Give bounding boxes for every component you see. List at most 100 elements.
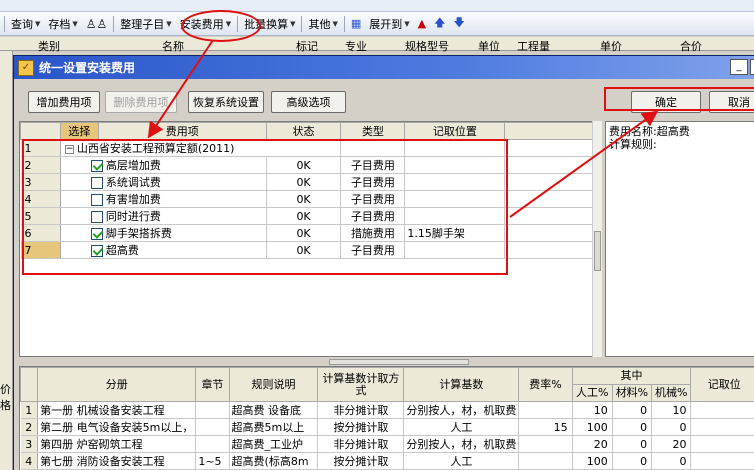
method-cell[interactable]: 按分摊计取 (317, 452, 405, 470)
pos-cell[interactable] (690, 452, 754, 470)
header-filler (504, 122, 600, 140)
splitter-grip[interactable] (329, 359, 469, 365)
chapter-cell (195, 435, 230, 453)
dialog-titlebar[interactable]: ✓ 统一设置安装费用 _ × (14, 56, 754, 79)
add-fee-item-button[interactable]: 增加费用项 (28, 91, 100, 113)
rule-cell: 超高费(标高8m (229, 452, 319, 470)
header-rownum (20, 122, 61, 140)
fill-color-icon[interactable]: ▲ (414, 14, 430, 34)
move-up-icon[interactable]: 🡅 (430, 14, 449, 34)
header-pos[interactable]: 记取位 (690, 367, 754, 402)
empty-cell (504, 224, 600, 242)
material-cell[interactable]: 0 (612, 418, 653, 436)
toolbar-organize-label: 整理子目 (120, 17, 165, 31)
header-machine[interactable]: 机械% (651, 384, 692, 402)
labor-cell[interactable]: 100 (572, 452, 613, 470)
machine-cell[interactable]: 20 (651, 435, 692, 453)
main-toolbar: 查询 ▼ 存档 ▼ ♙♙ 整理子目 ▼ 安装费用 ▼ 批量换算 ▼ 其他 ▼ ▦ 展开到 ▼ … (0, 12, 754, 36)
header-chapter[interactable]: 章节 (195, 367, 230, 402)
method-cell[interactable]: 按分摊计取 (317, 418, 405, 436)
header-volume[interactable]: 分册 (37, 367, 197, 402)
machine-cell[interactable]: 0 (651, 418, 692, 436)
table-row[interactable]: 3 第四册 炉窑砌筑工程 超高费_工业炉 非分摊计取 分别按人，材，机取费 20… (20, 435, 754, 453)
header-select[interactable]: 选择 (59, 122, 99, 140)
toolbar-separator (301, 15, 303, 32)
expand-icon[interactable]: ▦ (347, 14, 365, 34)
toolbar-archive[interactable]: 存档 ▼ (44, 14, 81, 34)
method-cell[interactable]: 非分摊计取 (317, 435, 405, 453)
advanced-options-button[interactable]: 高级选项 (271, 91, 346, 113)
annotation-ellipse (181, 10, 261, 42)
toolbar-query[interactable]: 查询 ▼ (7, 14, 44, 34)
header-group: 其中 (571, 367, 692, 385)
annotation-box-grid (22, 139, 508, 275)
header-fee-item[interactable]: 费用项 (97, 122, 267, 140)
toolbar-other[interactable]: 其他 ▼ (304, 14, 341, 34)
app-icon: ✓ (18, 59, 34, 76)
rule-cell: 超高费5m以上 (229, 418, 319, 436)
labor-cell[interactable]: 20 (572, 435, 613, 453)
header-base[interactable]: 计算基数 (403, 367, 520, 402)
toolbar-archive-label: 存档 (48, 17, 71, 31)
minimize-button[interactable]: _ (730, 59, 748, 75)
toolbar-expand-to[interactable]: 展开到 ▼ (365, 14, 413, 34)
toolbar-separator (113, 15, 115, 32)
material-cell[interactable]: 0 (612, 401, 653, 419)
panel-splitter[interactable] (19, 359, 754, 365)
header-position[interactable]: 记取位置 (404, 122, 506, 140)
pos-cell[interactable] (690, 418, 754, 436)
header-rate[interactable]: 费率% (518, 367, 573, 402)
scrollbar-thumb[interactable] (594, 231, 601, 271)
toolbar-organize[interactable]: 整理子目 ▼ (116, 14, 175, 34)
restore-defaults-button[interactable]: 恢复系统设置 (188, 91, 264, 113)
labor-cell[interactable]: 10 (572, 401, 613, 419)
table-row[interactable]: 2 第二册 电气设备安装5m以上， 超高费5m以上 按分摊计取 人工 15 10… (20, 418, 754, 436)
table-row[interactable]: 1 第一册 机械设备安装工程 超高费 设备底 非分摊计取 分别按人，材，机取费 … (20, 401, 754, 419)
rate-cell[interactable] (518, 452, 573, 470)
upper-scrollbar[interactable] (592, 121, 602, 357)
chevron-down-icon: ▼ (332, 19, 338, 28)
machine-cell[interactable]: 10 (651, 401, 692, 419)
rate-cell[interactable] (518, 435, 573, 453)
header-status[interactable]: 状态 (265, 122, 342, 140)
base-cell: 分别按人，材，机取费 (403, 435, 520, 453)
header-labor[interactable]: 人工% (571, 384, 613, 402)
chapter-cell (195, 401, 230, 419)
fee-name-line: 费用名称:超高费 (609, 125, 690, 138)
toolbar-other-label: 其他 (308, 17, 331, 31)
table-row[interactable]: 4 第七册 消防设备安装工程 1~5 超高费(标高8m 按分摊计取 人工 100… (20, 452, 754, 470)
header-material[interactable]: 材料% (611, 384, 653, 402)
labor-cell[interactable]: 100 (572, 418, 613, 436)
empty-cell (504, 139, 600, 157)
binoculars-icon[interactable]: ♙♙ (82, 14, 112, 34)
left-strip-label: 价格 (0, 383, 11, 412)
method-cell[interactable]: 非分摊计取 (317, 401, 405, 419)
bg-col-category: 类别 (38, 40, 60, 53)
material-cell[interactable]: 0 (612, 435, 653, 453)
bg-col-total: 合价 (680, 40, 702, 53)
calc-rule-line: 计算规则: (609, 138, 657, 151)
volume-cell: 第一册 机械设备安装工程 (37, 401, 197, 419)
volume-cell: 第七册 消防设备安装工程 (37, 452, 197, 470)
delete-fee-item-button[interactable]: 删除费用项 (105, 91, 177, 113)
chevron-down-icon: ▼ (166, 19, 172, 28)
material-cell[interactable]: 0 (612, 452, 653, 470)
empty-cell (504, 173, 600, 191)
rate-cell[interactable]: 15 (518, 418, 573, 436)
fee-rules-table: 分册 章节 规则说明 计算基数计取方式 计算基数 费率% 其中 记取位 人工% … (20, 367, 754, 470)
header-rule[interactable]: 规则说明 (228, 367, 319, 402)
rules-header-row: 分册 章节 规则说明 计算基数计取方式 计算基数 费率% 其中 记取位 (20, 367, 754, 402)
move-down-icon[interactable]: 🡇 (449, 14, 468, 34)
empty-cell (504, 190, 600, 208)
header-type[interactable]: 类型 (340, 122, 406, 140)
close-button[interactable]: × (750, 59, 754, 75)
fee-items-header-row: 选择 费用项 状态 类型 记取位置 (20, 122, 600, 140)
header-method[interactable]: 计算基数计取方式 (317, 367, 405, 402)
rate-cell[interactable] (518, 401, 573, 419)
volume-cell: 第二册 电气设备安装5m以上， (37, 418, 197, 436)
row-number: 4 (20, 452, 39, 470)
base-cell: 人工 (403, 452, 520, 470)
pos-cell[interactable] (690, 401, 754, 419)
pos-cell[interactable] (690, 435, 754, 453)
machine-cell[interactable]: 0 (651, 452, 692, 470)
